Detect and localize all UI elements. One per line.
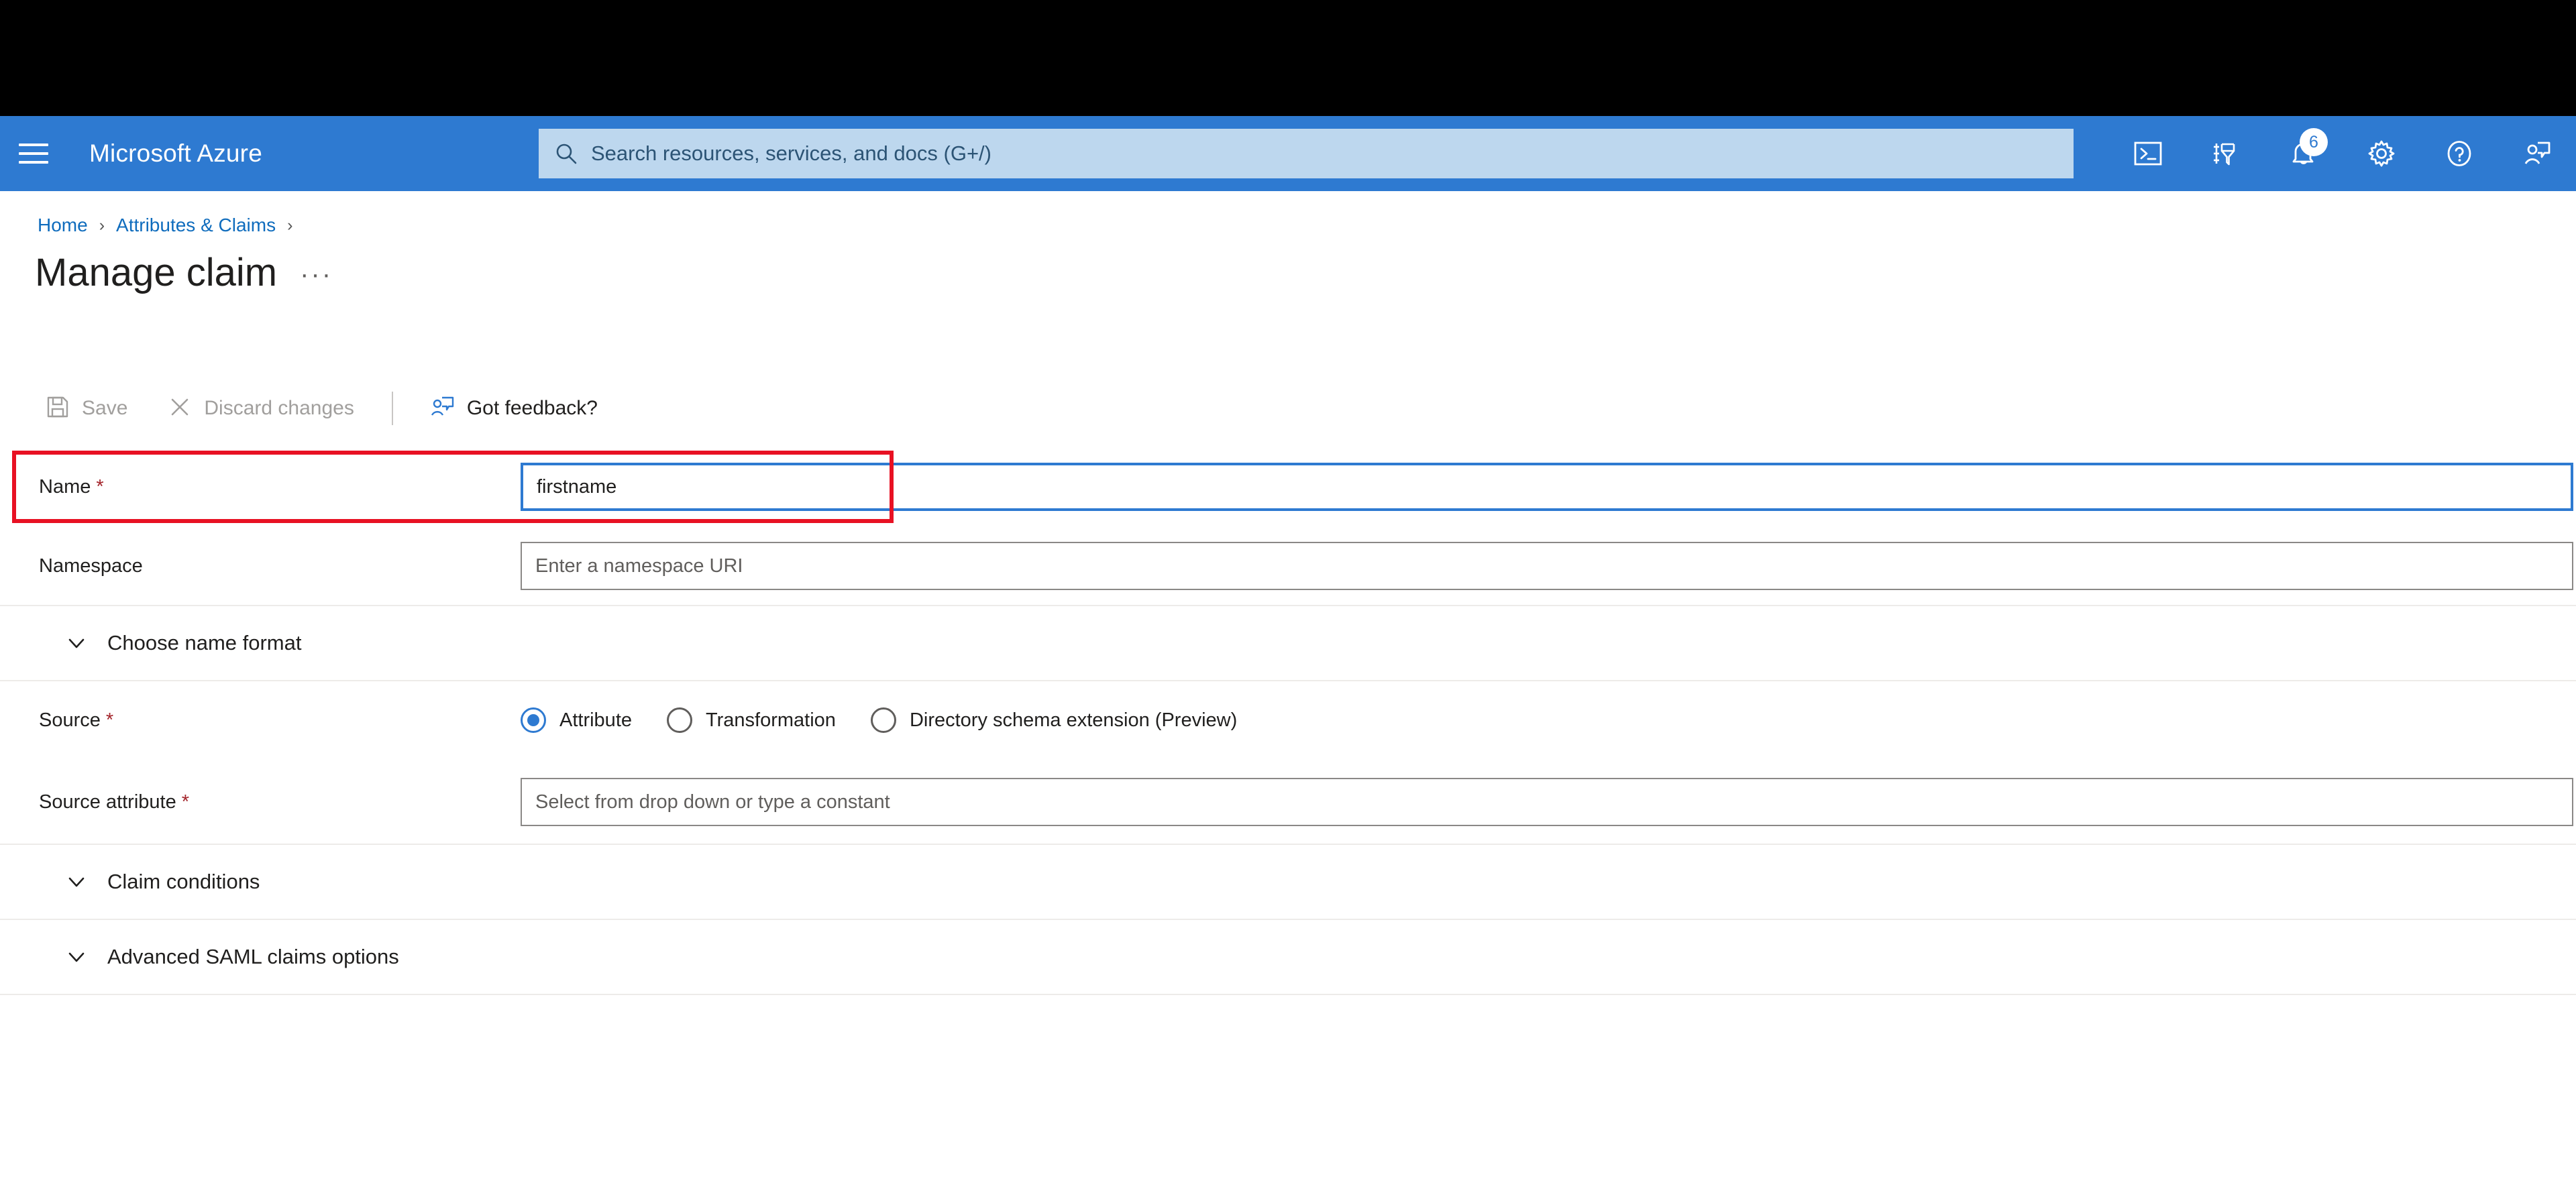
source-attribute-field-label: Source attribute*: [39, 791, 521, 813]
notification-count-badge: 6: [2300, 128, 2328, 156]
source-field-label: Source*: [39, 709, 521, 732]
radio-selected-icon: [521, 707, 546, 733]
namespace-input[interactable]: Enter a namespace URI: [521, 542, 2573, 590]
form-row-choose-name-format: Choose name format: [0, 606, 2576, 681]
azure-brand-title[interactable]: Microsoft Azure: [89, 139, 262, 168]
discard-changes-button[interactable]: Discard changes: [161, 384, 360, 433]
more-options-icon[interactable]: ···: [300, 260, 333, 290]
cloud-shell-icon[interactable]: [2109, 116, 2187, 191]
search-icon: [555, 142, 578, 165]
form-row-claim-conditions: Claim conditions: [0, 845, 2576, 920]
manage-claim-form: Name* firstname Namespace Enter a namesp…: [0, 448, 2576, 995]
name-field-label: Name*: [39, 476, 521, 498]
settings-gear-icon[interactable]: [2343, 116, 2420, 191]
source-radio-directory-schema-extension-label: Directory schema extension (Preview): [910, 709, 1237, 732]
close-x-icon: [168, 395, 192, 422]
page-title-row: Manage claim ···: [35, 253, 333, 292]
form-row-namespace: Namespace Enter a namespace URI: [0, 527, 2576, 606]
required-asterisk: *: [182, 791, 189, 813]
help-icon[interactable]: [2420, 116, 2498, 191]
save-icon: [46, 395, 70, 422]
chevron-down-icon: [64, 870, 89, 894]
required-asterisk: *: [96, 476, 103, 498]
directories-subscriptions-icon[interactable]: [2187, 116, 2265, 191]
radio-unselected-icon: [667, 707, 692, 733]
claim-conditions-label: Claim conditions: [107, 870, 260, 894]
advanced-saml-claims-options-label: Advanced SAML claims options: [107, 945, 399, 969]
feedback-person-icon: [429, 394, 455, 423]
save-button[interactable]: Save: [39, 384, 134, 433]
top-letterbox: [0, 0, 2576, 116]
name-field-wrapper: firstname: [521, 448, 2576, 526]
source-field-wrapper: Attribute Transformation Directory schem…: [521, 681, 2576, 759]
notifications-icon[interactable]: 6: [2265, 116, 2343, 191]
breadcrumb-separator-icon-2: ›: [287, 216, 292, 235]
form-row-source-attribute: Source attribute* Select from drop down …: [0, 760, 2576, 845]
got-feedback-label: Got feedback?: [467, 397, 598, 420]
hamburger-menu-icon[interactable]: [0, 116, 67, 191]
command-bar: Save Discard changes Got feedback?: [0, 369, 2576, 448]
top-nav-icon-group: 6: [2109, 116, 2576, 191]
source-radio-attribute[interactable]: Attribute: [521, 707, 632, 733]
source-attribute-field-wrapper: Select from drop down or type a constant: [521, 760, 2576, 844]
form-row-source: Source* Attribute Transformation Directo…: [0, 681, 2576, 760]
command-bar-divider: [392, 392, 393, 425]
source-attribute-input[interactable]: Select from drop down or type a constant: [521, 778, 2573, 826]
radio-unselected-icon-2: [871, 707, 896, 733]
namespace-field-label: Namespace: [39, 555, 521, 577]
global-search-input[interactable]: Search resources, services, and docs (G+…: [539, 129, 2074, 178]
choose-name-format-toggle[interactable]: Choose name format: [64, 631, 301, 655]
name-input[interactable]: firstname: [521, 463, 2573, 511]
feedback-icon[interactable]: [2498, 116, 2576, 191]
got-feedback-button[interactable]: Got feedback?: [423, 384, 604, 433]
discard-changes-label: Discard changes: [204, 397, 354, 420]
source-radio-attribute-label: Attribute: [559, 709, 632, 732]
advanced-saml-claims-options-toggle[interactable]: Advanced SAML claims options: [64, 945, 399, 969]
required-asterisk: *: [106, 709, 113, 731]
breadcrumb-item-attributes-claims[interactable]: Attributes & Claims: [116, 215, 276, 236]
search-placeholder-text: Search resources, services, and docs (G+…: [591, 141, 991, 166]
form-row-advanced-saml-claims-options: Advanced SAML claims options: [0, 920, 2576, 995]
source-radio-transformation-label: Transformation: [706, 709, 836, 732]
source-radio-transformation[interactable]: Transformation: [667, 707, 836, 733]
breadcrumb: Home › Attributes & Claims ›: [38, 215, 304, 236]
page-title: Manage claim: [35, 253, 277, 292]
namespace-field-wrapper: Enter a namespace URI: [521, 527, 2576, 605]
source-radio-group: Attribute Transformation Directory schem…: [521, 707, 1272, 733]
chevron-down-icon: [64, 945, 89, 969]
claim-conditions-toggle[interactable]: Claim conditions: [64, 870, 260, 894]
choose-name-format-label: Choose name format: [107, 631, 301, 655]
breadcrumb-item-home[interactable]: Home: [38, 215, 88, 236]
save-button-label: Save: [82, 397, 127, 420]
form-row-name: Name* firstname: [0, 448, 2576, 527]
breadcrumb-separator-icon: ›: [99, 216, 105, 235]
source-radio-directory-schema-extension[interactable]: Directory schema extension (Preview): [871, 707, 1237, 733]
chevron-down-icon: [64, 631, 89, 655]
